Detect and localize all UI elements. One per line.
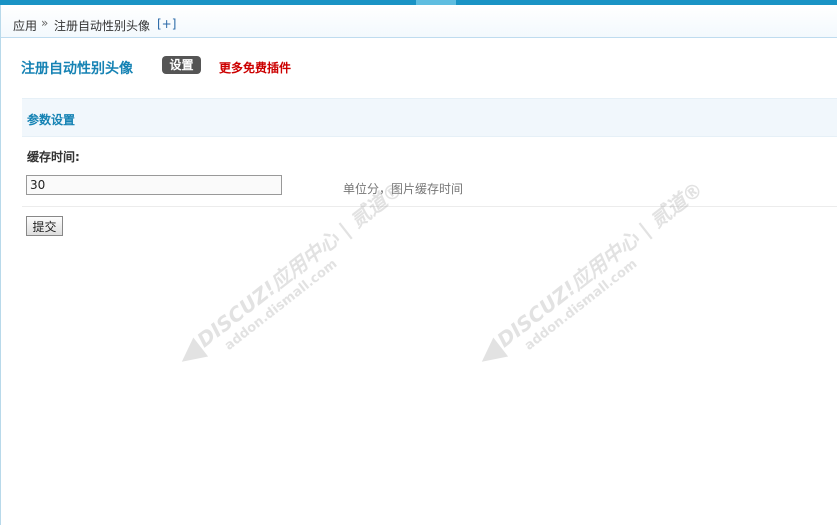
section-title: 参数设置	[27, 113, 76, 127]
submit-button[interactable]: 提交	[26, 216, 63, 236]
watermark-url: addon.dismall.com	[522, 256, 641, 354]
add-shortcut-link[interactable]: [+]	[157, 17, 176, 31]
more-plugins-link[interactable]: 更多免费插件	[219, 59, 291, 76]
page-title: 注册自动性别头像	[21, 61, 133, 77]
watermark-left: DISCUZ!应用中心 | 贰道® addon.dismall.com	[174, 176, 416, 377]
watermark-text: DISCUZ!应用中心 | 贰道®	[192, 176, 408, 353]
settings-tab[interactable]: 设置	[162, 56, 201, 74]
section-header: 参数设置	[22, 98, 837, 137]
watermark-url: addon.dismall.com	[222, 256, 341, 354]
watermark-right: DISCUZ!应用中心 | 贰道® addon.dismall.com	[474, 176, 716, 377]
left-border	[0, 5, 1, 525]
cache-time-hint: 单位分，图片缓存时间	[343, 182, 464, 196]
watermark-arrow-icon	[474, 337, 509, 372]
breadcrumb-current: 注册自动性别头像	[54, 19, 151, 33]
breadcrumb-app-link[interactable]: 应用	[13, 17, 37, 34]
cache-time-input[interactable]	[26, 175, 282, 195]
cache-time-label: 缓存时间:	[27, 150, 80, 164]
row-divider	[22, 206, 837, 207]
watermark-arrow-icon	[174, 337, 209, 372]
breadcrumb-separator: »	[41, 16, 49, 30]
breadcrumb: 应用 » 注册自动性别头像 [+]	[1, 5, 837, 38]
watermark-text: DISCUZ!应用中心 | 贰道®	[492, 176, 708, 353]
